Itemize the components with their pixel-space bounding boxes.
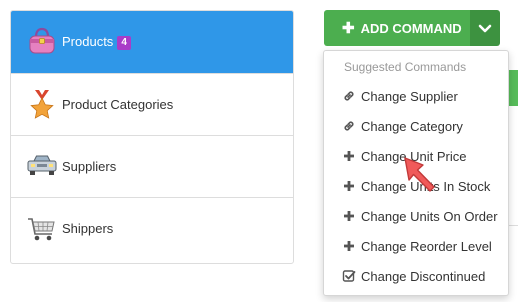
nav-item-product-categories[interactable]: Product Categories xyxy=(11,73,293,135)
menu-item-label: Change Discontinued xyxy=(361,268,486,284)
nav-item-label: Products 4 xyxy=(62,34,131,50)
background-panel xyxy=(508,70,518,106)
menu-item-label: Change Reorder Level xyxy=(361,238,492,254)
menu-item-change-units-on-order[interactable]: Change Units On Order xyxy=(324,202,508,230)
medal-icon xyxy=(30,90,54,119)
menu-item-change-category[interactable]: Change Category xyxy=(324,112,508,140)
divider xyxy=(508,225,518,226)
plus-icon: ✚ xyxy=(342,20,355,37)
nav-item-shippers[interactable]: Shippers xyxy=(11,197,293,259)
plus-icon xyxy=(344,181,354,191)
entity-list: Products4 Product Categories Suppliers xyxy=(10,10,294,264)
link-icon xyxy=(344,121,354,131)
add-command-label: ADD COMMAND xyxy=(360,20,462,36)
menu-item-change-reorder-level[interactable]: Change Reorder Level xyxy=(324,232,508,260)
menu-item-change-units-in-stock[interactable]: Change Units In Stock xyxy=(324,172,508,200)
plus-icon xyxy=(344,211,354,221)
link-icon xyxy=(344,91,354,101)
checkbox-icon xyxy=(342,270,356,282)
chevron-down-icon xyxy=(478,24,492,33)
shopping-cart-icon xyxy=(28,218,55,241)
nav-item-label: Shippers xyxy=(62,221,114,236)
car-icon xyxy=(27,155,57,175)
nav-item-label: Product Categories xyxy=(62,97,174,112)
handbag-icon xyxy=(29,27,55,54)
menu-item-label: Change Category xyxy=(361,118,463,134)
menu-header: Suggested Commands xyxy=(344,60,467,74)
menu-item-label: Change Unit Price xyxy=(361,148,467,164)
count-badge: 4 xyxy=(117,36,131,50)
nav-item-suppliers[interactable]: Suppliers xyxy=(11,135,293,197)
add-command-dropdown-toggle[interactable] xyxy=(470,10,500,46)
menu-item-change-unit-price[interactable]: Change Unit Price xyxy=(324,142,508,170)
plus-icon xyxy=(344,151,354,161)
menu-item-label: Change Units In Stock xyxy=(361,178,491,194)
menu-item-change-supplier[interactable]: Change Supplier xyxy=(324,82,508,110)
nav-item-label: Suppliers xyxy=(62,159,117,174)
add-command-button[interactable]: ✚ ADD COMMAND xyxy=(324,10,470,46)
menu-item-change-discontinued[interactable]: Change Discontinued xyxy=(324,262,508,290)
plus-icon xyxy=(344,241,354,251)
nav-item-products[interactable]: Products 4 xyxy=(11,11,293,73)
menu-item-label: Change Supplier xyxy=(361,88,458,104)
suggested-commands-menu: Suggested Commands Change Supplier Chang… xyxy=(323,50,509,296)
menu-item-label: Change Units On Order xyxy=(361,208,498,224)
